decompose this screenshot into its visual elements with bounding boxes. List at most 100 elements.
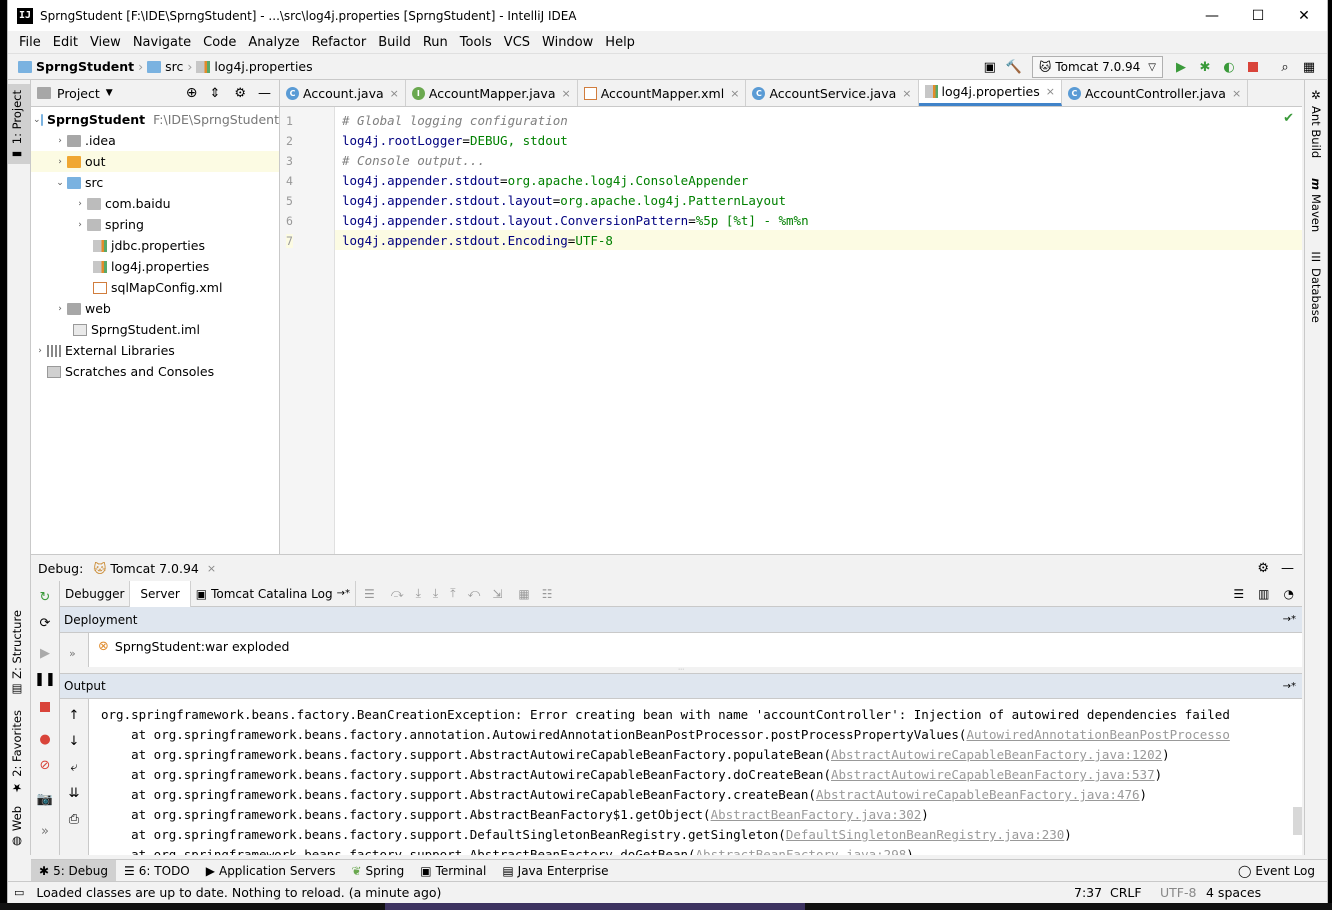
indent-setting[interactable]: 4 spaces — [1206, 885, 1261, 900]
menu-analyze[interactable]: Analyze — [242, 35, 305, 50]
tree-item-idea[interactable]: › .idea — [31, 130, 279, 151]
chevron-right-icon[interactable]: › — [53, 157, 67, 167]
file-encoding[interactable]: UTF-8 — [1160, 885, 1196, 900]
splitter-handle[interactable]: ⋯ — [60, 667, 1302, 674]
tree-item-iml[interactable]: SprngStudent.iml — [31, 319, 279, 340]
breadcrumb-file[interactable]: log4j.properties — [214, 59, 312, 74]
locate-icon[interactable]: ⊕ — [186, 85, 198, 101]
resume-icon[interactable]: ▶ — [37, 645, 53, 661]
menu-window[interactable]: Window — [536, 35, 599, 50]
restore-layout-icon[interactable]: ▥ — [1258, 587, 1269, 601]
chevron-down-icon[interactable]: ⌄ — [33, 115, 41, 125]
source-link[interactable]: AutowiredAnnotationBeanPostProcesso — [966, 727, 1229, 742]
close-icon[interactable]: × — [207, 562, 216, 575]
chevron-down-icon[interactable]: ⌄ — [53, 178, 67, 188]
chevron-right-icon[interactable]: › — [73, 199, 87, 209]
source-link[interactable]: AbstractAutowireCapableBeanFactory.java:… — [831, 767, 1155, 782]
run-configuration-select[interactable]: 🐱 Tomcat 7.0.94 ▽ — [1031, 56, 1163, 78]
run-to-cursor-icon[interactable]: ⇲ — [492, 587, 502, 601]
soft-wrap-icon[interactable]: ⤶ — [66, 759, 82, 775]
pin-icon[interactable]: →* — [337, 588, 350, 599]
search-icon[interactable]: ⌕ — [1273, 56, 1297, 78]
caret-position[interactable]: 7:37 — [1074, 885, 1102, 900]
evaluate-icon[interactable]: ▦ — [518, 587, 529, 601]
inspection-ok-icon[interactable]: ✔ — [1283, 111, 1294, 126]
tab-terminal[interactable]: ▣ Terminal — [412, 860, 494, 882]
source-link[interactable]: AbstractBeanFactory.java:302 — [711, 807, 922, 822]
tree-item-project-root[interactable]: ⌄ SprngStudent F:\IDE\SprngStudent — [31, 109, 279, 130]
build-hammer-icon[interactable]: 🔨 — [1002, 56, 1026, 78]
view-breakpoints-icon[interactable]: ● — [37, 731, 53, 747]
menu-file[interactable]: File — [13, 35, 47, 50]
tree-item-log4j-properties[interactable]: log4j.properties — [31, 256, 279, 277]
stop-icon[interactable] — [37, 699, 53, 715]
database-tool-tab[interactable]: ☰ Database — [1309, 250, 1323, 323]
more-icon[interactable]: » — [69, 647, 76, 660]
close-icon[interactable]: × — [562, 87, 571, 100]
menu-navigate[interactable]: Navigate — [127, 35, 197, 50]
pin-icon[interactable]: →* — [1283, 614, 1296, 625]
deployment-item[interactable]: ⊗ SprngStudent:war exploded — [98, 639, 289, 654]
update-icon[interactable]: ⟳ — [37, 615, 53, 631]
tree-item-web[interactable]: › web — [31, 298, 279, 319]
stop-icon[interactable] — [1241, 56, 1265, 78]
event-log-button[interactable]: ◯ Event Log — [1230, 860, 1323, 882]
menu-vcs[interactable]: VCS — [498, 35, 536, 50]
scroll-up-icon[interactable]: ↑ — [66, 707, 82, 723]
tab-debugger[interactable]: Debugger — [60, 580, 131, 607]
collapse-all-icon[interactable]: ⇕ — [209, 86, 220, 101]
gauge-icon[interactable]: ◔ — [1284, 587, 1294, 601]
source-link[interactable]: AbstractAutowireCapableBeanFactory.java:… — [816, 787, 1140, 802]
tab-java-enterprise[interactable]: ▤ Java Enterprise — [494, 860, 616, 882]
step-into-icon[interactable]: ⤓ — [416, 586, 421, 601]
maven-tool-tab[interactable]: m Maven — [1309, 178, 1323, 232]
tab-debug[interactable]: ✱ 5: Debug — [31, 859, 117, 882]
debug-session-tab[interactable]: Tomcat 7.0.94 — [110, 561, 199, 576]
console-output[interactable]: org.springframework.beans.factory.BeanCr… — [89, 699, 1302, 855]
project-structure-icon[interactable]: ▦ — [1297, 56, 1321, 78]
tree-item-sqlmapconfig[interactable]: sqlMapConfig.xml — [31, 277, 279, 298]
source-link[interactable]: AbstractBeanFactory.java:298 — [696, 847, 907, 855]
project-tool-tab[interactable]: ▬ 1: Project — [10, 90, 24, 162]
close-icon[interactable]: × — [1232, 87, 1241, 100]
gear-icon[interactable]: ⚙ — [234, 86, 246, 101]
tree-item-com-baidu[interactable]: › com.baidu — [31, 193, 279, 214]
coverage-icon[interactable]: ◐ — [1217, 56, 1241, 78]
chevron-right-icon[interactable]: › — [73, 220, 87, 230]
tab-accountmapper-xml[interactable]: AccountMapper.xml × — [578, 80, 747, 106]
layout-icon[interactable]: ☰ — [1233, 587, 1244, 601]
tree-item-spring[interactable]: › spring — [31, 214, 279, 235]
menu-help[interactable]: Help — [599, 35, 641, 50]
tree-item-scratches[interactable]: Scratches and Consoles — [31, 361, 279, 382]
tab-catalina-log[interactable]: ▣ Tomcat Catalina Log →* — [191, 580, 356, 607]
tab-accountcontroller-java[interactable]: C AccountController.java × — [1062, 80, 1249, 106]
close-icon[interactable]: × — [902, 87, 911, 100]
run-icon[interactable]: ▶ — [1169, 56, 1193, 78]
breadcrumb-project[interactable]: SprngStudent — [36, 59, 134, 74]
pause-icon[interactable]: ❚❚ — [34, 671, 56, 687]
list-icon[interactable]: ☰ — [364, 587, 375, 601]
console-scrollbar[interactable] — [1293, 807, 1302, 835]
frame-icon[interactable]: ▣ — [978, 56, 1002, 78]
step-over-icon[interactable]: ⤼ — [391, 586, 404, 601]
tab-accountservice-java[interactable]: C AccountService.java × — [746, 80, 919, 106]
close-icon[interactable]: × — [730, 87, 739, 100]
menu-view[interactable]: View — [84, 35, 127, 50]
step-out-icon[interactable]: ⤒ — [450, 586, 455, 601]
maximize-button[interactable]: ☐ — [1235, 0, 1281, 31]
structure-tool-tab[interactable]: ▤ Z: Structure — [10, 610, 24, 697]
trace-icon[interactable]: ☷ — [542, 587, 553, 601]
menu-build[interactable]: Build — [372, 35, 417, 50]
drop-frame-icon[interactable]: ⤺ — [468, 586, 481, 601]
mute-breakpoints-icon[interactable]: ⊘ — [37, 757, 53, 773]
tree-item-external-libraries[interactable]: › External Libraries — [31, 340, 279, 361]
menu-refactor[interactable]: Refactor — [306, 35, 373, 50]
code-editor[interactable]: 1 2 3 4 5 6 7 # Global logging configura… — [280, 107, 1302, 554]
scroll-down-icon[interactable]: ↓ — [66, 733, 82, 749]
chevron-right-icon[interactable]: › — [53, 136, 67, 146]
close-button[interactable]: ✕ — [1281, 0, 1327, 31]
breadcrumb-folder[interactable]: src — [165, 59, 183, 74]
chevron-right-icon[interactable]: › — [53, 304, 67, 314]
gear-icon[interactable]: ⚙ — [1257, 561, 1269, 576]
ant-build-tool-tab[interactable]: ✲ Ant Build — [1309, 88, 1323, 158]
